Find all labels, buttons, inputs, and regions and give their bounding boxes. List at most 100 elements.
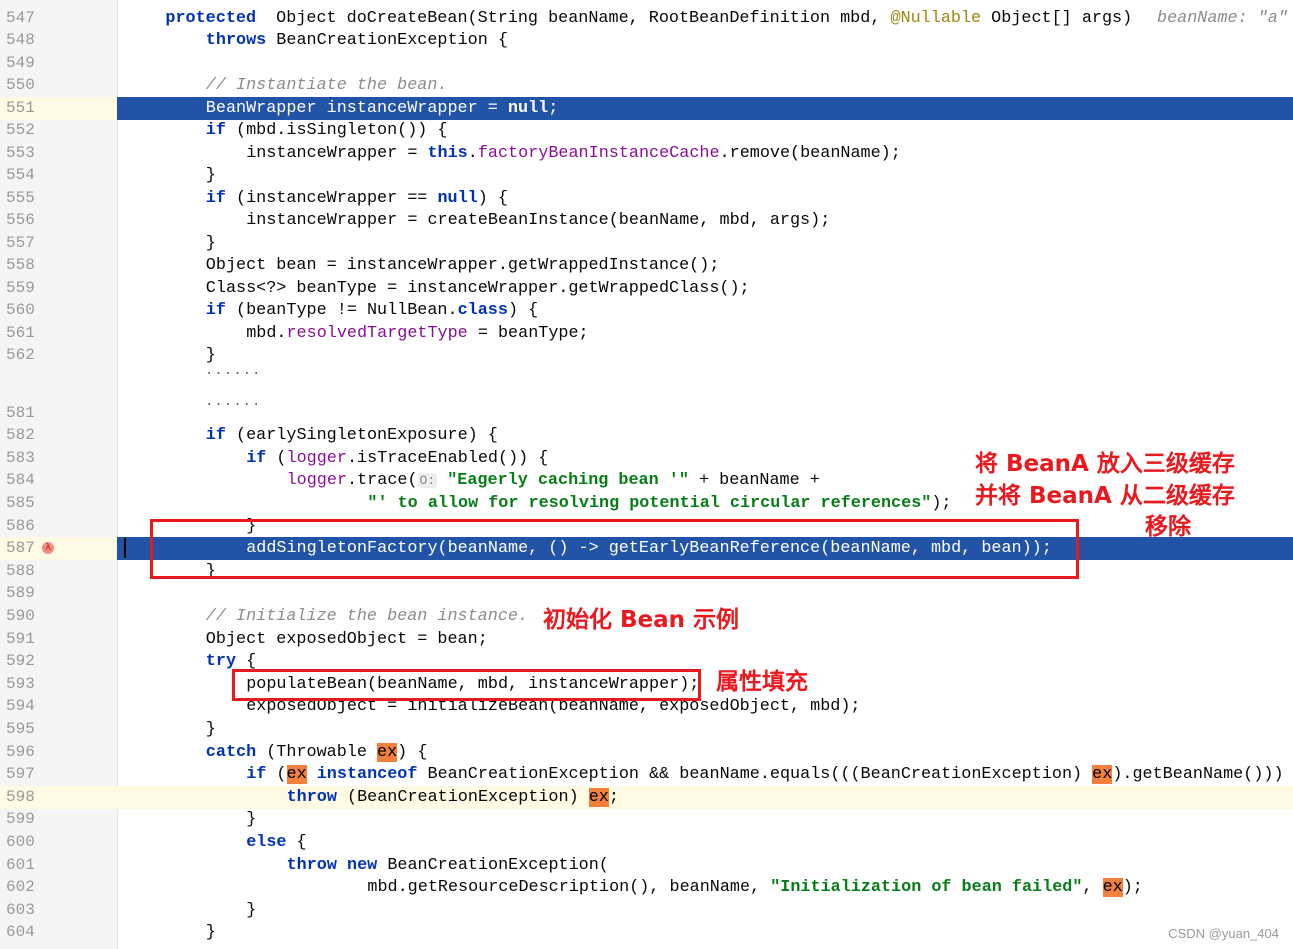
code-line[interactable]: protected Object doCreateBean(String bea… <box>165 7 1132 30</box>
code-token: (mbd.isSingleton()) { <box>225 121 448 140</box>
code-line[interactable]: throws BeanCreationException { <box>206 29 508 52</box>
code-line[interactable]: logger.trace(O: "Eagerly caching bean '"… <box>287 469 820 492</box>
line-number[interactable]: 600 <box>6 831 35 854</box>
line-number[interactable]: 595 <box>6 718 35 741</box>
line-number[interactable]: 551 <box>6 97 35 120</box>
line-number[interactable]: 550 <box>6 74 35 97</box>
code-token: if <box>205 301 226 320</box>
code-line[interactable]: BeanWrapper instanceWrapper = null; <box>206 97 559 120</box>
code-token: mbd. <box>246 324 287 343</box>
line-number[interactable]: 553 <box>6 142 35 165</box>
line-number[interactable]: 554 <box>6 164 35 187</box>
code-token: ) { <box>397 743 428 762</box>
highlight-box-populate-bean <box>232 669 701 701</box>
code-line[interactable]: Object bean = instanceWrapper.getWrapped… <box>206 254 720 277</box>
code-line[interactable]: if (beanType != NullBean.class) { <box>206 299 538 322</box>
code-token: ).getBeanName())) <box>1112 765 1284 784</box>
code-line[interactable]: Object exposedObject = bean; <box>206 628 488 651</box>
line-number[interactable]: 560 <box>6 299 35 322</box>
code-token: Object exposedObject = bean; <box>205 630 488 649</box>
line-number[interactable]: 603 <box>6 899 35 922</box>
line-number[interactable]: 584 <box>6 469 35 492</box>
line-number[interactable]: 589 <box>6 582 35 605</box>
line-number[interactable]: 586 <box>6 515 35 538</box>
line-number[interactable]: 582 <box>6 424 35 447</box>
line-number[interactable]: 588 <box>6 560 35 583</box>
line-number[interactable]: 585 <box>6 492 35 515</box>
line-number[interactable]: 562 <box>6 344 35 367</box>
code-line[interactable]: } <box>206 232 216 255</box>
line-number[interactable]: 601 <box>6 854 35 877</box>
line-number[interactable]: 583 <box>6 447 35 470</box>
annotation-cache-line1: 将 BeanA 放入三级缓存 <box>975 451 1235 477</box>
line-number[interactable]: 559 <box>6 277 35 300</box>
line-number[interactable]: 556 <box>6 209 35 232</box>
code-line[interactable]: // Instantiate the bean. <box>206 74 448 97</box>
line-number[interactable]: 602 <box>6 876 35 899</box>
code-line[interactable]: // Initialize the bean instance. <box>206 605 528 628</box>
line-number-gutter[interactable]: 547 548 549 550 551 552 553 554 555 556 557 558 559 5… <box>0 0 118 949</box>
line-number[interactable]: 548 <box>6 29 35 52</box>
code-line[interactable]: else { <box>246 831 306 854</box>
line-number[interactable]: 596 <box>6 741 35 764</box>
code-line[interactable]: } <box>246 808 256 831</box>
code-line[interactable]: if (earlySingletonExposure) { <box>206 424 498 447</box>
line-number[interactable]: 552 <box>6 119 35 142</box>
code-line[interactable]: } <box>246 899 256 922</box>
line-number[interactable]: 591 <box>6 628 35 651</box>
code-token: ) { <box>507 301 539 320</box>
lambda-breakpoint-icon[interactable]: λ <box>42 542 54 554</box>
code-token: if <box>246 449 267 468</box>
line-number[interactable]: 590 <box>6 605 35 628</box>
line-number[interactable]: 598 <box>6 786 35 809</box>
line-number[interactable]: 547 <box>6 7 35 30</box>
code-token: ) { <box>477 189 508 208</box>
code-token: .remove(beanName); <box>719 144 901 163</box>
code-line[interactable]: instanceWrapper = createBeanInstance(bea… <box>246 209 830 232</box>
code-token: if <box>246 765 267 784</box>
code-token: } <box>205 346 216 365</box>
code-line[interactable]: } <box>206 344 216 367</box>
line-number[interactable]: 592 <box>6 650 35 673</box>
code-token: } <box>205 166 216 185</box>
code-token: throw <box>286 856 337 875</box>
code-token: "Initialization of bean failed" <box>770 878 1083 897</box>
line-number[interactable]: 599 <box>6 808 35 831</box>
line-number[interactable]: 604 <box>6 921 35 944</box>
code-token: if <box>205 189 226 208</box>
code-line[interactable]: if (mbd.isSingleton()) { <box>206 119 448 142</box>
code-line[interactable]: mbd.getResourceDescription(), beanName, … <box>367 876 1143 899</box>
code-line[interactable]: "' to allow for resolving potential circ… <box>367 492 951 515</box>
code-line[interactable]: throw (BeanCreationException) ex; <box>287 786 619 809</box>
code-line[interactable]: if (logger.isTraceEnabled()) { <box>246 447 548 470</box>
code-token: (Throwable <box>256 743 378 762</box>
line-number[interactable]: 581 <box>6 402 35 425</box>
code-line[interactable]: if (ex instanceof BeanCreationException … <box>246 763 1284 786</box>
line-number[interactable]: 561 <box>6 322 35 345</box>
code-line[interactable]: } <box>206 718 216 741</box>
code-token: ); <box>1122 878 1143 897</box>
line-number[interactable]: 593 <box>6 673 35 696</box>
highlighted-usage: ex <box>377 743 398 762</box>
code-line[interactable]: } <box>206 921 216 944</box>
code-line[interactable]: if (instanceWrapper == null) { <box>206 187 508 210</box>
folded-code-marker[interactable]: ······ <box>205 366 261 382</box>
line-number[interactable]: 594 <box>6 695 35 718</box>
code-token: "Eagerly caching bean '" <box>447 471 689 490</box>
code-line[interactable]: instanceWrapper = this.factoryBeanInstan… <box>246 142 901 165</box>
code-token: Class<?> beanType = instanceWrapper.getW… <box>205 279 750 298</box>
code-line[interactable]: Class<?> beanType = instanceWrapper.getW… <box>206 277 750 300</box>
line-number[interactable]: 549 <box>6 52 35 75</box>
line-number[interactable]: 557 <box>6 232 35 255</box>
code-line[interactable]: throw new BeanCreationException( <box>287 854 609 877</box>
line-number[interactable]: 587 <box>6 537 35 560</box>
watermark: CSDN @yuan_404 <box>1168 926 1279 941</box>
code-line[interactable]: catch (Throwable ex) { <box>206 741 428 764</box>
line-number[interactable]: 558 <box>6 254 35 277</box>
line-number[interactable]: 597 <box>6 763 35 786</box>
code-line[interactable]: } <box>206 164 216 187</box>
code-line[interactable]: mbd.resolvedTargetType = beanType; <box>246 322 588 345</box>
line-number[interactable]: 555 <box>6 187 35 210</box>
folded-code-marker[interactable]: ······ <box>205 397 261 413</box>
